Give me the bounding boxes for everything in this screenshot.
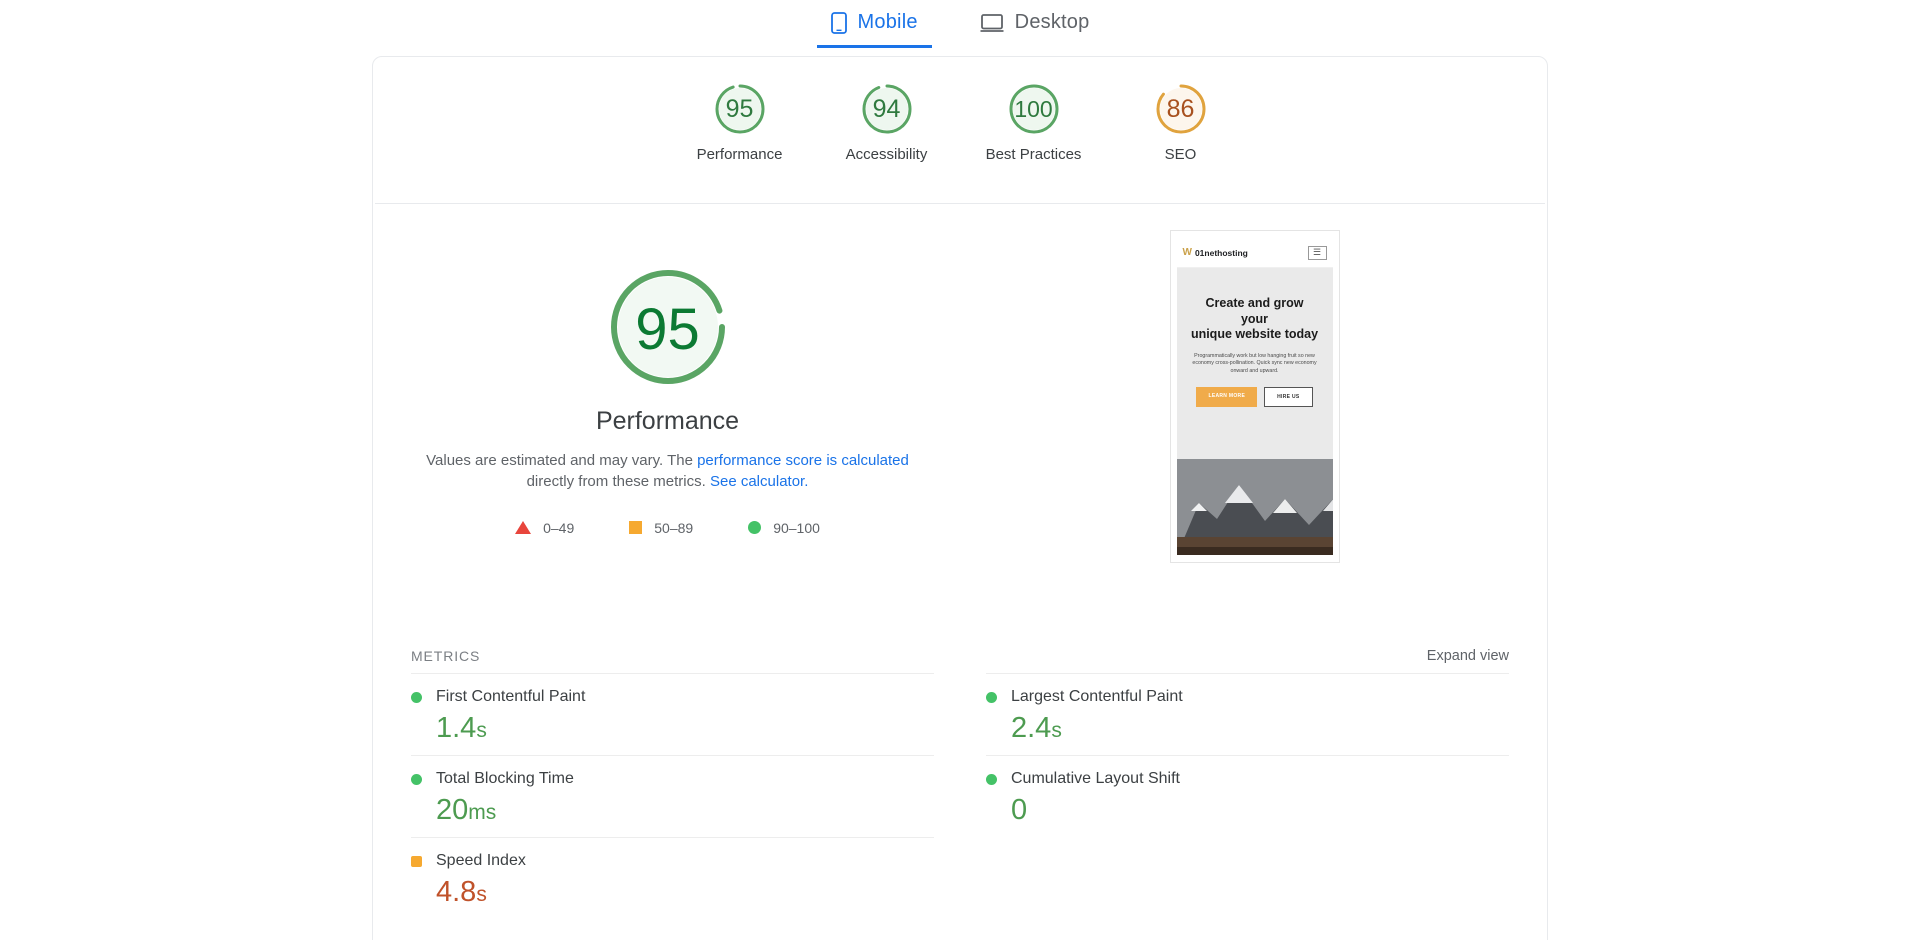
- metric-value: 4.8: [436, 876, 477, 908]
- performance-score-value: 95: [635, 297, 700, 362]
- status-dot-good-icon: [411, 773, 422, 785]
- metrics-grid: First Contentful Paint 1.4s Total Blocki…: [373, 673, 1547, 919]
- metric-label: Speed Index: [436, 852, 526, 869]
- metric-value: 1.4: [436, 712, 477, 744]
- tab-mobile-label: Mobile: [857, 11, 918, 33]
- mobile-icon: [830, 11, 847, 34]
- tab-desktop-label: Desktop: [1014, 11, 1090, 33]
- legend-label: 90–100: [773, 519, 820, 536]
- expand-view-button[interactable]: Expand view: [1427, 648, 1509, 664]
- metric-unit: ms: [468, 801, 497, 824]
- performance-score-link[interactable]: performance score is calculated: [697, 452, 909, 469]
- category-scores: 95 Performance 94 Accessibility 100 Best…: [373, 57, 1547, 203]
- thumbnail-headline-line3: unique website today: [1190, 327, 1319, 341]
- metric-value: 0: [1011, 794, 1028, 826]
- score-value: 95: [725, 94, 754, 123]
- category-label: Accessibility: [845, 146, 928, 163]
- metric-unit: s: [1051, 719, 1062, 742]
- category-score-best-practices[interactable]: 100 Best Practices: [960, 83, 1107, 163]
- status-dot-good-icon: [986, 773, 997, 785]
- hamburger-icon: ☰: [1307, 245, 1327, 260]
- score-gauge-seo: 86: [1155, 83, 1207, 135]
- metric-row-total-blocking-time[interactable]: Total Blocking Time 20ms: [411, 755, 934, 837]
- legend-item-good: 90–100: [748, 520, 820, 536]
- performance-blurb: Values are estimated and may vary. The p…: [418, 450, 918, 493]
- status-dot-good-icon: [411, 691, 422, 703]
- desktop-icon: [980, 12, 1004, 34]
- triangle-icon: [515, 521, 532, 535]
- metric-label: Total Blocking Time: [436, 770, 574, 787]
- legend-label: 50–89: [654, 519, 694, 536]
- performance-title: Performance: [595, 407, 740, 435]
- category-label: Best Practices: [985, 146, 1082, 163]
- score-value: 94: [872, 94, 901, 123]
- metric-unit: s: [476, 883, 487, 906]
- thumbnail-site-header: W 01nethosting ☰: [1176, 238, 1333, 268]
- thumbnail-cta-primary: LEARN MORE: [1196, 387, 1258, 408]
- metric-label: Largest Contentful Paint: [1011, 688, 1183, 705]
- blurb-text-middle: directly from these metrics.: [526, 473, 710, 491]
- metric-label: First Contentful Paint: [436, 688, 586, 705]
- score-value: 100: [1014, 95, 1053, 122]
- tab-desktop[interactable]: Desktop: [966, 7, 1104, 48]
- metric-value: 20: [436, 794, 469, 826]
- metric-value: 2.4: [1011, 712, 1052, 744]
- hero-thumbnail-panel: W 01nethosting ☰ Create and grow your un…: [962, 204, 1547, 639]
- legend-label: 0–49: [543, 519, 575, 536]
- score-gauge-performance: 95: [714, 83, 766, 135]
- pagespeed-report: Mobile Desktop 95 Performance 94 Accessi…: [0, 0, 1920, 940]
- score-gauge-best-practices: 100: [1008, 83, 1060, 135]
- circle-icon: [748, 521, 762, 535]
- legend-item-average: 50–89: [629, 520, 693, 536]
- page-screenshot-thumbnail[interactable]: W 01nethosting ☰ Create and grow your un…: [1169, 230, 1340, 563]
- category-score-seo[interactable]: 86 SEO: [1107, 83, 1254, 163]
- legend-item-poor: 0–49: [515, 520, 574, 536]
- square-icon: [629, 521, 643, 535]
- metric-row-first-contentful-paint[interactable]: First Contentful Paint 1.4s: [411, 673, 934, 755]
- hero-score-panel: 95 Performance Values are estimated and …: [373, 204, 962, 639]
- score-legend: 0–49 50–89 90–100: [515, 520, 820, 536]
- metric-row-cumulative-layout-shift[interactable]: Cumulative Layout Shift 0: [986, 755, 1509, 837]
- thumbnail-headline-line1: Create and grow: [1205, 296, 1304, 310]
- metrics-column-left: First Contentful Paint 1.4s Total Blocki…: [411, 673, 934, 919]
- performance-hero: 95 Performance Values are estimated and …: [373, 204, 1547, 639]
- performance-gauge-large: 95: [607, 266, 729, 393]
- category-score-accessibility[interactable]: 94 Accessibility: [813, 83, 960, 163]
- score-value: 86: [1166, 94, 1195, 123]
- thumbnail-brand-name: 01nethosting: [1194, 247, 1248, 258]
- status-dot-good-icon: [986, 691, 997, 703]
- thumbnail-headline-line2: your: [1240, 311, 1269, 326]
- see-calculator-link[interactable]: See calculator.: [710, 473, 808, 490]
- metric-row-speed-index[interactable]: Speed Index 4.8s: [411, 837, 934, 919]
- metrics-section-label: METRICS: [411, 648, 481, 664]
- form-factor-tabs: Mobile Desktop: [0, 0, 1920, 48]
- site-logo-icon: W: [1182, 247, 1193, 258]
- metric-unit: s: [476, 719, 487, 742]
- mountain-photo: [1176, 459, 1333, 555]
- thumbnail-paragraph: Programmatically work but low hanging fr…: [1192, 352, 1317, 375]
- metrics-header: METRICS Expand view: [373, 639, 1547, 673]
- blurb-text-before: Values are estimated and may vary. The: [426, 452, 698, 469]
- category-label: SEO: [1164, 146, 1197, 163]
- status-square-average-icon: [411, 855, 422, 867]
- thumbnail-cta-secondary: HIRE US: [1264, 387, 1313, 408]
- metrics-column-right: Largest Contentful Paint 2.4s Cumulative…: [986, 673, 1509, 919]
- category-score-performance[interactable]: 95 Performance: [666, 83, 813, 163]
- metric-row-largest-contentful-paint[interactable]: Largest Contentful Paint 2.4s: [986, 673, 1509, 755]
- metric-label: Cumulative Layout Shift: [1011, 770, 1180, 787]
- thumbnail-hero: Create and grow your unique website toda…: [1176, 268, 1333, 555]
- report-card: 95 Performance 94 Accessibility 100 Best…: [372, 56, 1548, 940]
- category-label: Performance: [696, 146, 783, 163]
- tab-mobile[interactable]: Mobile: [816, 7, 932, 48]
- score-gauge-accessibility: 94: [861, 83, 913, 135]
